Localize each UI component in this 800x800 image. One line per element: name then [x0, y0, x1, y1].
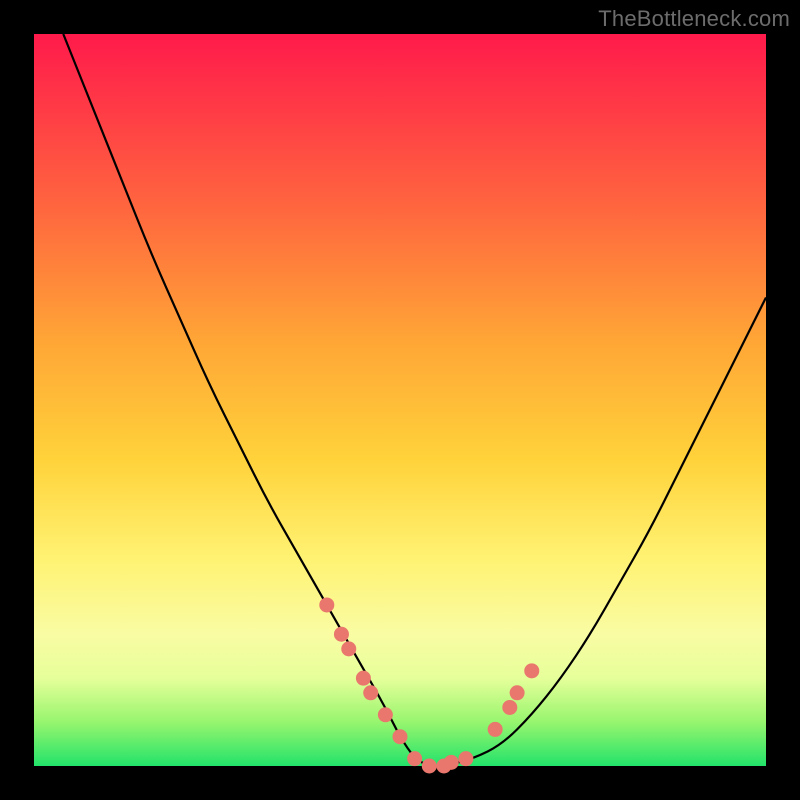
marker-dot [422, 759, 437, 774]
marker-dot [363, 685, 378, 700]
marker-dot [378, 707, 393, 722]
marker-dot [444, 755, 459, 770]
watermark-text: TheBottleneck.com [598, 6, 790, 32]
plot-area [34, 34, 766, 766]
marker-dot [341, 641, 356, 656]
marker-dot [502, 700, 517, 715]
chart-frame: TheBottleneck.com [0, 0, 800, 800]
marker-group [319, 597, 539, 773]
marker-dot [524, 663, 539, 678]
marker-dot [488, 722, 503, 737]
marker-dot [458, 751, 473, 766]
marker-dot [393, 729, 408, 744]
marker-dot [356, 671, 371, 686]
marker-dot [510, 685, 525, 700]
marker-dot [407, 751, 422, 766]
bottleneck-curve [63, 34, 766, 766]
chart-svg [34, 34, 766, 766]
marker-dot [319, 597, 334, 612]
marker-dot [334, 627, 349, 642]
